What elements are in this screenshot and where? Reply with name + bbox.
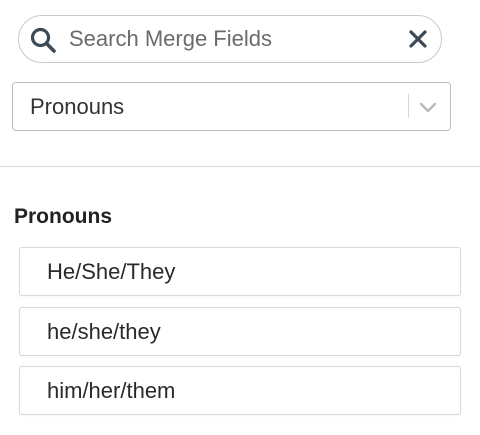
merge-field-label: He/She/They — [47, 259, 176, 284]
chevron-down-icon[interactable] — [417, 97, 439, 117]
section-title: Pronouns — [14, 205, 112, 228]
merge-field-label: him/her/them — [47, 378, 176, 403]
merge-fields-panel: Pronouns Pronouns He/She/They he/she/the… — [0, 0, 480, 435]
select-divider — [408, 94, 409, 118]
close-icon[interactable] — [407, 28, 429, 50]
search-icon — [30, 27, 56, 53]
divider — [0, 166, 480, 167]
search-input[interactable] — [69, 16, 399, 61]
category-select-value: Pronouns — [30, 94, 125, 119]
merge-field-item[interactable]: He/She/They — [19, 247, 461, 296]
merge-field-label: he/she/they — [47, 319, 161, 344]
merge-field-item[interactable]: he/she/they — [19, 307, 461, 356]
search-bar[interactable] — [18, 15, 442, 63]
category-select[interactable]: Pronouns — [12, 82, 451, 131]
merge-field-item[interactable]: him/her/them — [19, 366, 461, 415]
